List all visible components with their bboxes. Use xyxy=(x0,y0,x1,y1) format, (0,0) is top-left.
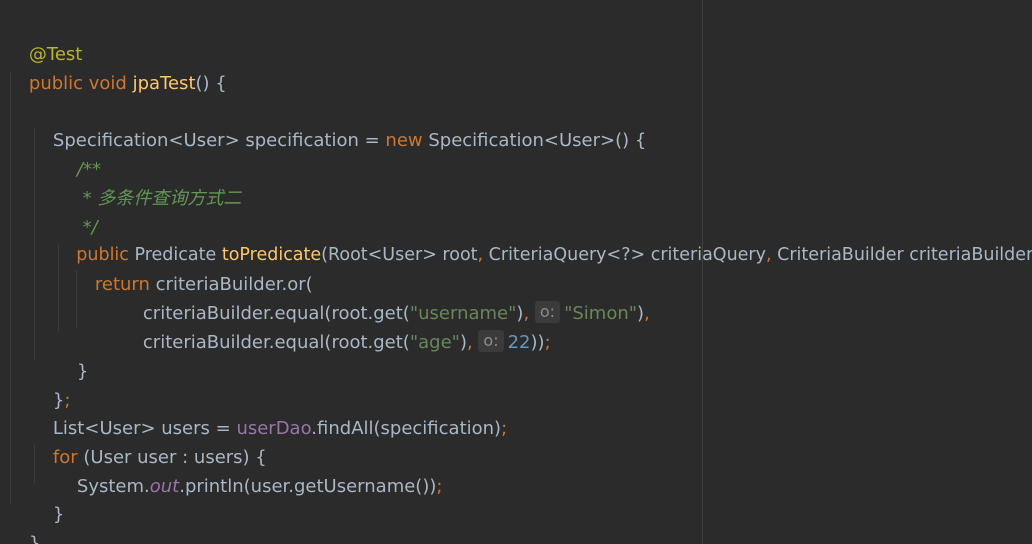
code-line[interactable]: return criteriaBuilder.or( xyxy=(72,241,313,295)
code-text: Specification<User>() { xyxy=(428,130,647,151)
code-line[interactable]: } xyxy=(6,500,40,544)
code-line[interactable]: } xyxy=(30,471,64,525)
code-text: () { xyxy=(195,73,227,94)
semicolon-token: ; xyxy=(544,332,551,353)
code-text: criteriaBuilder.equal(root.get( xyxy=(142,332,410,353)
comment-text: 多条件查询方式二 xyxy=(97,188,242,209)
code-text: ) xyxy=(637,303,645,324)
comma-token: , xyxy=(644,303,650,324)
code-line[interactable]: criteriaBuilder.equal(root.get("age"), o… xyxy=(120,299,551,353)
code-line[interactable]: public void jpaTest() { xyxy=(6,40,227,94)
code-text: } xyxy=(28,533,41,544)
code-editor[interactable]: @Test public void jpaTest() { Specificat… xyxy=(0,0,1032,544)
static-field-token: out xyxy=(149,476,180,497)
code-text: } xyxy=(76,361,89,382)
code-text: .println(user.getUsername()) xyxy=(179,476,437,497)
keyword-token: public void xyxy=(28,73,133,94)
code-text: )) xyxy=(530,332,545,353)
code-line[interactable]: */ xyxy=(54,184,98,238)
code-line[interactable]: System.out.println(user.getUsername()); xyxy=(54,443,443,497)
semicolon-token: ; xyxy=(436,476,443,497)
semicolon-token: ; xyxy=(501,418,508,439)
comma-token: , xyxy=(765,245,778,265)
code-text: Specification<User> specification = xyxy=(52,130,386,151)
code-line[interactable]: Specification<User> specification = new … xyxy=(30,97,646,151)
parameter-hint: o: xyxy=(478,330,504,352)
right-margin-guide xyxy=(702,0,703,544)
method-name-token: jpaTest xyxy=(132,73,196,94)
string-token: "age" xyxy=(409,332,460,353)
code-text: CriteriaQuery<?> criteriaQuery xyxy=(488,245,766,265)
code-line[interactable]: * 多条件查询方式二 xyxy=(54,155,242,209)
code-line[interactable]: public Predicate toPredicate(Root<User> … xyxy=(54,212,1032,265)
code-text: (Root<User> root xyxy=(321,245,478,265)
code-text: .findAll(specification) xyxy=(311,418,502,439)
string-token: "Simon" xyxy=(564,303,638,324)
code-text: } xyxy=(52,504,65,525)
comma-token: , xyxy=(466,332,479,353)
code-line[interactable]: @Test xyxy=(6,11,82,65)
number-token: 22 xyxy=(507,332,531,353)
code-text: System. xyxy=(76,476,150,497)
code-line[interactable]: List<User> users = userDao.findAll(speci… xyxy=(30,385,507,439)
indent-guide xyxy=(10,72,11,504)
code-line[interactable]: /** xyxy=(54,126,101,180)
code-line[interactable]: for (User user : users) { xyxy=(30,414,267,468)
code-line[interactable]: criteriaBuilder.equal(root.get("username… xyxy=(120,270,650,324)
code-line[interactable]: } xyxy=(54,328,88,382)
code-text: ) xyxy=(459,332,467,353)
keyword-token: new xyxy=(385,130,429,151)
code-line[interactable]: }; xyxy=(30,357,71,411)
code-text: CriteriaBuilder criteriaBuilder) { xyxy=(777,245,1032,265)
comma-token: , xyxy=(477,245,489,265)
